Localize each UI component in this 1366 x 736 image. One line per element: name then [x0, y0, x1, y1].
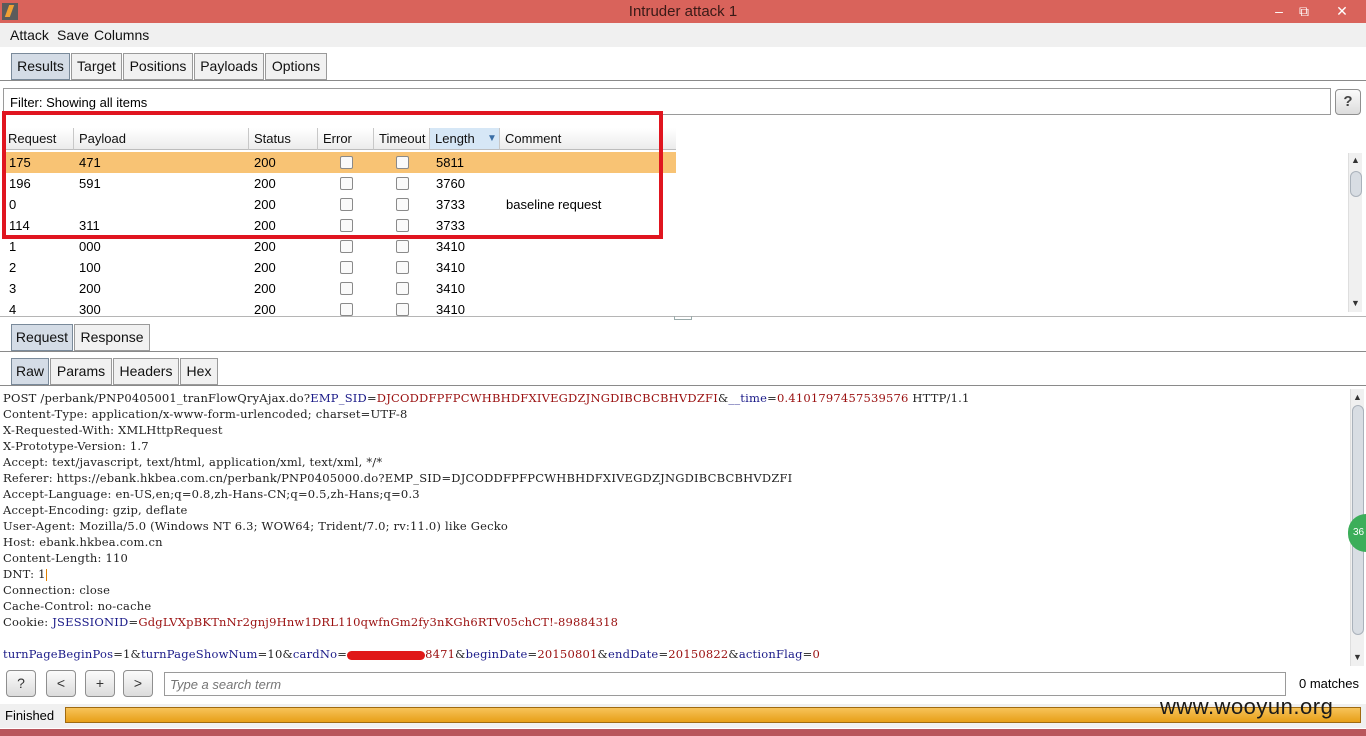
tab-request[interactable]: Request	[11, 324, 73, 351]
raw-line: X-Prototype-Version: 1.7	[3, 439, 149, 453]
raw-line-dnt: DNT: 1	[3, 567, 47, 581]
timeout-checkbox[interactable]	[396, 240, 409, 253]
os-taskbar	[0, 729, 1366, 736]
error-checkbox[interactable]	[340, 303, 353, 316]
raw-line: User-Agent: Mozilla/5.0 (Windows NT 6.3;…	[3, 519, 509, 533]
menu-attack[interactable]: Attack	[10, 27, 49, 43]
search-box[interactable]	[164, 672, 1286, 696]
raw-line: Cache-Control: no-cache	[3, 599, 152, 613]
raw-line: Connection: close	[3, 583, 111, 597]
match-count: 0 matches	[1299, 676, 1359, 691]
watermark-text: www.wooyun.org	[1160, 694, 1334, 719]
view-tab-divider	[0, 385, 1366, 386]
raw-line: Accept-Language: en-US,en;q=0.8,zh-Hans-…	[3, 487, 420, 501]
tab-raw[interactable]: Raw	[11, 358, 49, 385]
cell-status: 200	[254, 239, 276, 254]
scroll-up-icon[interactable]: ▲	[1353, 392, 1362, 402]
scroll-down-icon[interactable]: ▼	[1351, 298, 1360, 308]
error-checkbox[interactable]	[340, 261, 353, 274]
cell-request: 1	[9, 239, 17, 254]
cell-payload: 300	[79, 302, 101, 316]
tab-target[interactable]: Target	[71, 53, 122, 80]
raw-line: Referer: https://ebank.hkbea.com.cn/perb…	[3, 471, 793, 485]
scroll-up-icon[interactable]: ▲	[1351, 155, 1360, 165]
raw-line: Content-Type: application/x-www-form-url…	[3, 407, 408, 421]
error-checkbox[interactable]	[340, 282, 353, 295]
search-help-button[interactable]: ?	[6, 670, 36, 697]
cell-payload: 100	[79, 260, 101, 275]
menu-save[interactable]: Save	[57, 27, 89, 43]
raw-line-body: turnPageBeginPos=1&turnPageShowNum=10&ca…	[3, 647, 821, 661]
error-checkbox[interactable]	[340, 240, 353, 253]
raw-request-editor[interactable]: POST /perbank/PNP0405001_tranFlowQryAjax…	[0, 389, 1350, 666]
split-handle-icon[interactable]	[674, 316, 692, 320]
raw-line: Content-Length: 110	[3, 551, 128, 565]
tab-hex[interactable]: Hex	[180, 358, 218, 385]
close-button[interactable]: ✕	[1330, 1, 1354, 21]
menu-bar: Attack Save Columns	[0, 23, 1366, 47]
table-row[interactable]: 2 100 200 3410	[3, 257, 676, 278]
tab-positions[interactable]: Positions	[123, 53, 193, 80]
cell-status: 200	[254, 302, 276, 316]
restore-button[interactable]: ⧉	[1292, 1, 1316, 21]
timeout-checkbox[interactable]	[396, 303, 409, 316]
raw-line-cookie: Cookie: JSESSIONID=GdgLVXpBKTnNr2gnj9Hnw…	[3, 615, 619, 629]
raw-line: X-Requested-With: XMLHttpRequest	[3, 423, 223, 437]
search-prev-button[interactable]: <	[46, 670, 76, 697]
tab-response[interactable]: Response	[74, 324, 150, 351]
raw-line: Accept: text/javascript, text/html, appl…	[3, 455, 383, 469]
filter-text: Filter: Showing all items	[10, 95, 148, 110]
cell-request: 3	[9, 281, 17, 296]
tab-headers[interactable]: Headers	[113, 358, 179, 385]
window-title: Intruder attack 1	[628, 3, 738, 20]
cell-request: 2	[9, 260, 17, 275]
table-row[interactable]: 3 200 200 3410	[3, 278, 676, 299]
search-input[interactable]	[165, 673, 1285, 695]
cell-status: 200	[254, 260, 276, 275]
text-cursor	[45, 569, 47, 581]
redaction-scribble	[347, 650, 426, 660]
cell-length: 3410	[436, 239, 465, 254]
table-row[interactable]: 4 300 200 3410	[3, 299, 676, 316]
raw-line-request: POST /perbank/PNP0405001_tranFlowQryAjax…	[3, 391, 970, 405]
cell-length: 3410	[436, 260, 465, 275]
tab-divider	[0, 80, 1366, 81]
search-next-button[interactable]: >	[123, 670, 153, 697]
cell-length: 3410	[436, 302, 465, 316]
cell-request: 4	[9, 302, 17, 316]
minimize-button[interactable]: –	[1267, 1, 1291, 21]
timeout-checkbox[interactable]	[396, 261, 409, 274]
results-scrollbar[interactable]: ▲ ▼	[1348, 153, 1362, 312]
table-row[interactable]: 1 000 200 3410	[3, 236, 676, 257]
raw-line: Host: ebank.hkbea.com.cn	[3, 535, 163, 549]
cell-status: 200	[254, 281, 276, 296]
timeout-checkbox[interactable]	[396, 282, 409, 295]
tab-results[interactable]: Results	[11, 53, 70, 80]
search-add-button[interactable]: +	[85, 670, 115, 697]
results-scroll-thumb[interactable]	[1350, 171, 1362, 197]
tab-payloads[interactable]: Payloads	[194, 53, 264, 80]
cell-payload: 000	[79, 239, 101, 254]
tab-params[interactable]: Params	[50, 358, 112, 385]
req-tab-divider	[0, 351, 1366, 352]
highlight-annotation-box	[2, 111, 663, 239]
scroll-down-icon[interactable]: ▼	[1353, 652, 1362, 662]
cell-length: 3410	[436, 281, 465, 296]
title-bar: Intruder attack 1 – ⧉ ✕	[0, 0, 1366, 23]
menu-columns[interactable]: Columns	[94, 27, 149, 43]
raw-line: Accept-Encoding: gzip, deflate	[3, 503, 188, 517]
status-text: Finished	[5, 708, 55, 723]
results-table-empty-area	[676, 128, 1348, 316]
cell-payload: 200	[79, 281, 101, 296]
filter-help-button[interactable]: ?	[1335, 89, 1361, 115]
tab-options[interactable]: Options	[265, 53, 327, 80]
